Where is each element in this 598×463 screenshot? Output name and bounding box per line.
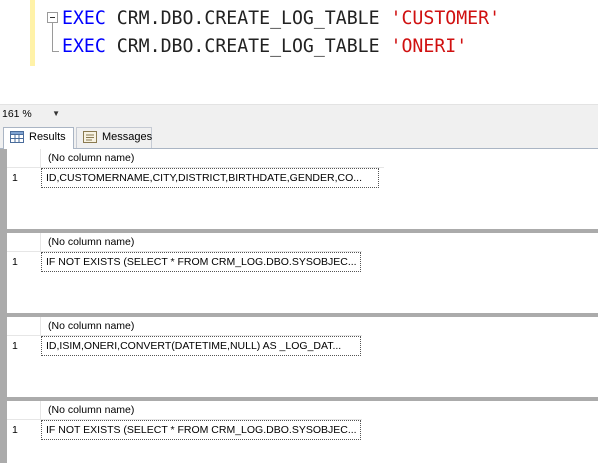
result-grid[interactable]: (No column name) 1 IF NOT EXISTS (SELECT… [7,233,598,313]
query-editor[interactable]: EXEC CRM.DBO.CREATE_LOG_TABLE 'CUSTOMER'… [0,0,598,104]
change-tracking-margin [30,0,35,66]
results-tab-strip: Results Messages [0,122,598,149]
column-header[interactable]: (No column name) [41,233,362,252]
column-header[interactable]: (No column name) [41,401,362,420]
outline-line-end [52,51,59,52]
tab-results-label: Results [29,131,66,143]
tab-messages-label: Messages [102,131,153,143]
row-number[interactable]: 1 [7,336,40,356]
table-cell[interactable]: ID,CUSTOMERNAME,CITY,DISTRICT,BIRTHDATE,… [41,168,379,188]
column-header[interactable]: (No column name) [41,149,384,168]
string-argument: 'ONERI' [390,36,468,57]
code-line-1[interactable]: EXEC CRM.DBO.CREATE_LOG_TABLE 'CUSTOMER' [62,9,500,29]
collapse-region-icon[interactable] [47,12,58,23]
result-grid[interactable]: (No column name) 1 IF NOT EXISTS (SELECT… [7,401,598,463]
table-cell[interactable]: IF NOT EXISTS (SELECT * FROM CRM_LOG.DBO… [41,420,361,440]
exec-keyword: EXEC [62,8,106,29]
string-argument: 'CUSTOMER' [390,8,501,29]
outline-line [52,23,53,51]
tab-results[interactable]: Results [3,127,74,149]
tab-messages[interactable]: Messages [76,127,152,148]
row-number[interactable]: 1 [7,420,40,440]
grid-corner[interactable] [7,233,41,252]
row-number[interactable]: 1 [7,252,40,272]
column-header[interactable]: (No column name) [41,317,362,336]
procedure-name: CRM.DBO.CREATE_LOG_TABLE [116,36,380,57]
zoom-dropdown[interactable]: 161 % ▼ [2,107,62,121]
grid-corner[interactable] [7,401,41,420]
messages-icon [83,131,97,143]
exec-keyword: EXEC [62,36,106,57]
table-cell[interactable]: ID,ISIM,ONERI,CONVERT(DATETIME,NULL) AS … [41,336,361,356]
procedure-name: CRM.DBO.CREATE_LOG_TABLE [116,8,380,29]
result-grid[interactable]: (No column name) 1 ID,CUSTOMERNAME,CITY,… [7,149,598,229]
code-line-2[interactable]: EXEC CRM.DBO.CREATE_LOG_TABLE 'ONERI' [62,37,467,57]
grid-corner[interactable] [7,149,41,168]
results-pane[interactable]: (No column name) 1 ID,CUSTOMERNAME,CITY,… [0,149,598,463]
table-cell[interactable]: IF NOT EXISTS (SELECT * FROM CRM_LOG.DBO… [41,252,361,272]
zoom-value: 161 % [2,108,32,120]
chevron-down-icon[interactable]: ▼ [52,107,60,121]
result-grid[interactable]: (No column name) 1 ID,ISIM,ONERI,CONVERT… [7,317,598,397]
row-number[interactable]: 1 [7,168,40,188]
zoom-bar: 161 % ▼ [0,104,598,123]
grid-icon [10,131,24,143]
grid-corner[interactable] [7,317,41,336]
